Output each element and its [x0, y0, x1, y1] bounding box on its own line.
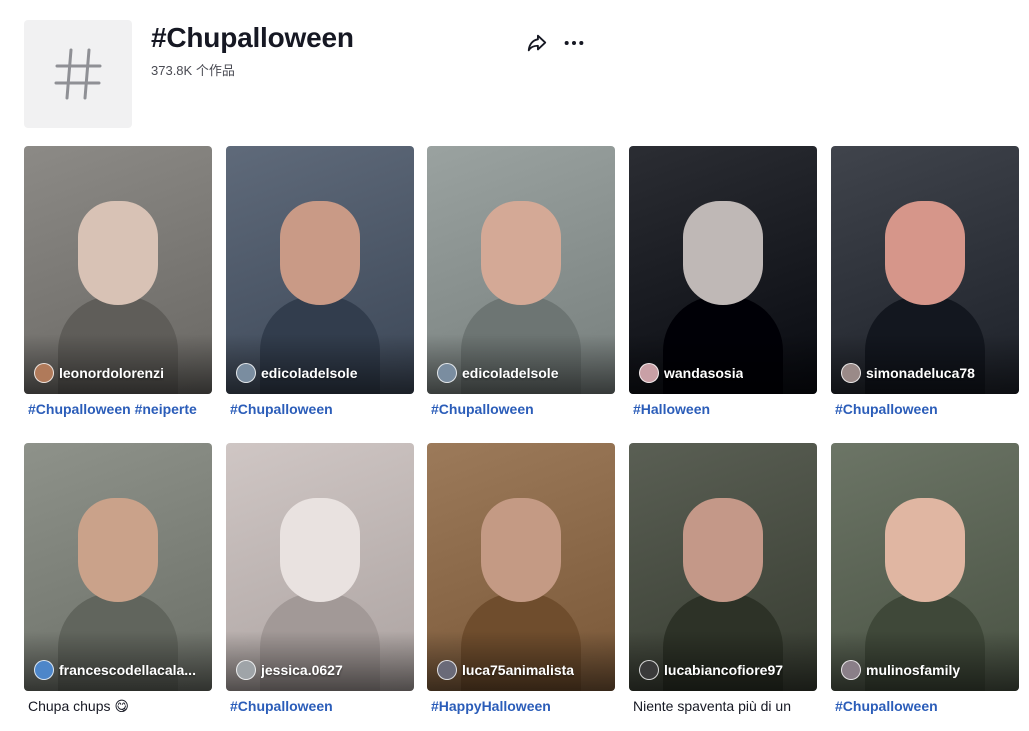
- avatar[interactable]: [236, 363, 256, 383]
- avatar[interactable]: [236, 660, 256, 680]
- author-username[interactable]: jessica.0627: [261, 662, 343, 678]
- video-thumbnail[interactable]: edicoladelsole: [226, 146, 414, 394]
- person-face: [885, 498, 965, 602]
- person-face: [280, 498, 360, 602]
- avatar[interactable]: [639, 363, 659, 383]
- hashtag-icon: [54, 48, 102, 100]
- caption-hashtag-link[interactable]: #HappyHalloween: [431, 698, 615, 714]
- author-username[interactable]: wandasosia: [664, 365, 743, 381]
- more-icon: [564, 40, 584, 46]
- avatar[interactable]: [437, 660, 457, 680]
- video-thumbnail[interactable]: leonordolorenzi: [24, 146, 212, 394]
- caption-hashtag-link[interactable]: #Chupalloween: [230, 401, 414, 417]
- avatar[interactable]: [34, 660, 54, 680]
- video-thumbnail[interactable]: simonadeluca78: [831, 146, 1019, 394]
- video-author[interactable]: simonadeluca78: [841, 363, 975, 383]
- caption-hashtag-link[interactable]: #Chupalloween #neiperte: [28, 401, 212, 417]
- share-icon: [527, 34, 547, 52]
- author-username[interactable]: luca75animalista: [462, 662, 574, 678]
- video-author[interactable]: wandasosia: [639, 363, 743, 383]
- video-author[interactable]: lucabiancofiore97: [639, 660, 783, 680]
- avatar[interactable]: [437, 363, 457, 383]
- author-username[interactable]: mulinosfamily: [866, 662, 960, 678]
- video-caption: Chupa chups 😋: [28, 698, 129, 714]
- video-author[interactable]: luca75animalista: [437, 660, 574, 680]
- person-face: [78, 201, 158, 305]
- author-username[interactable]: edicoladelsole: [462, 365, 558, 381]
- caption-hashtag-link[interactable]: #Chupalloween: [835, 698, 1019, 714]
- video-author[interactable]: francescodellacala...: [34, 660, 196, 680]
- caption-hashtag-link[interactable]: #Chupalloween: [835, 401, 1019, 417]
- caption-hashtag-link[interactable]: #Chupalloween: [230, 698, 414, 714]
- avatar[interactable]: [639, 660, 659, 680]
- caption-hashtag-link[interactable]: #Chupalloween: [431, 401, 615, 417]
- author-username[interactable]: leonordolorenzi: [59, 365, 164, 381]
- video-author[interactable]: jessica.0627: [236, 660, 343, 680]
- page-title: #Chupalloween: [151, 22, 354, 53]
- author-username[interactable]: simonadeluca78: [866, 365, 975, 381]
- avatar[interactable]: [841, 660, 861, 680]
- avatar[interactable]: [841, 363, 861, 383]
- person-face: [481, 498, 561, 602]
- person-face: [683, 498, 763, 602]
- person-face: [280, 201, 360, 305]
- video-thumbnail[interactable]: jessica.0627: [226, 443, 414, 691]
- video-author[interactable]: leonordolorenzi: [34, 363, 164, 383]
- author-username[interactable]: edicoladelsole: [261, 365, 357, 381]
- more-options-button[interactable]: [561, 30, 587, 56]
- video-thumbnail[interactable]: luca75animalista: [427, 443, 615, 691]
- caption-hashtag-link[interactable]: #Halloween: [633, 401, 817, 417]
- video-author[interactable]: edicoladelsole: [236, 363, 357, 383]
- avatar[interactable]: [34, 363, 54, 383]
- video-caption: Niente spaventa più di un: [633, 698, 791, 714]
- video-thumbnail[interactable]: francescodellacala...: [24, 443, 212, 691]
- person-face: [683, 201, 763, 305]
- person-face: [78, 498, 158, 602]
- person-face: [885, 201, 965, 305]
- author-username[interactable]: lucabiancofiore97: [664, 662, 783, 678]
- person-face: [481, 201, 561, 305]
- video-author[interactable]: mulinosfamily: [841, 660, 960, 680]
- video-thumbnail[interactable]: lucabiancofiore97: [629, 443, 817, 691]
- video-thumbnail[interactable]: mulinosfamily: [831, 443, 1019, 691]
- hashtag-thumbnail: [24, 20, 132, 128]
- video-author[interactable]: edicoladelsole: [437, 363, 558, 383]
- hashtag-header: #Chupalloween 373.8K 个作品: [24, 20, 1004, 128]
- video-thumbnail[interactable]: edicoladelsole: [427, 146, 615, 394]
- video-thumbnail[interactable]: wandasosia: [629, 146, 817, 394]
- share-button[interactable]: [524, 30, 550, 56]
- author-username[interactable]: francescodellacala...: [59, 662, 196, 678]
- video-count: 373.8K 个作品: [151, 63, 235, 78]
